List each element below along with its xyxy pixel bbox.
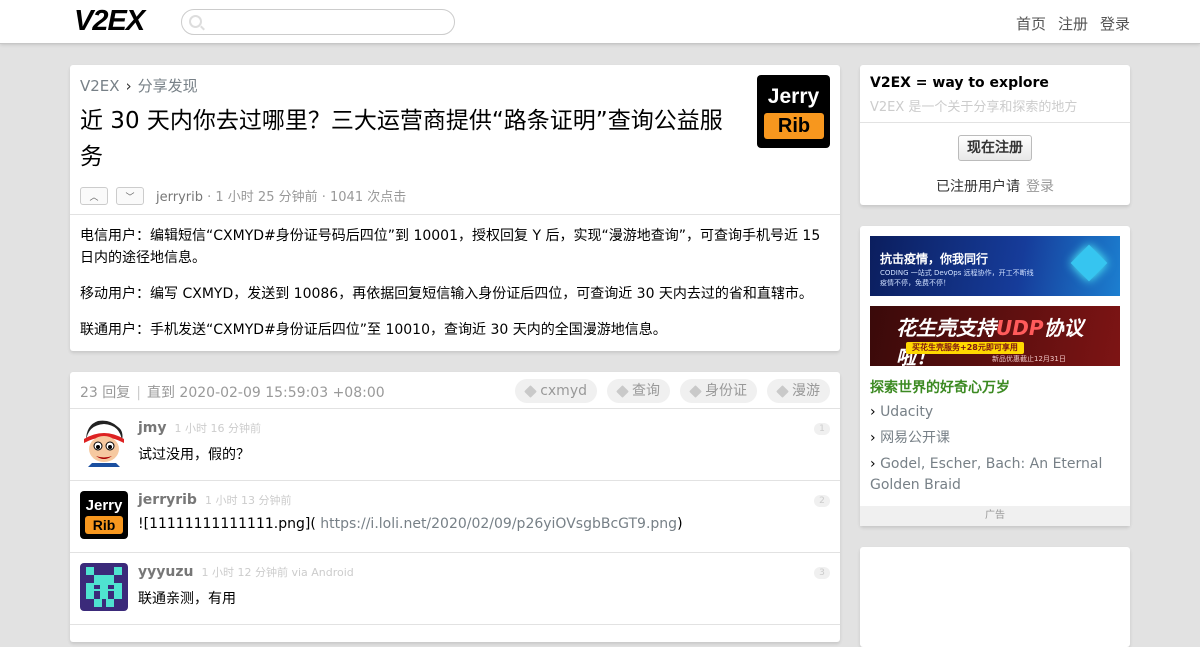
- separator: |: [136, 385, 141, 401]
- topic-tags: cxmyd 查询 身份证 漫游: [515, 379, 830, 403]
- author-avatar[interactable]: Jerry Rib: [757, 75, 830, 148]
- reply-content: 联通亲测，有用: [138, 591, 236, 607]
- content-paragraph: 移动用户：编写 CXMYD，发送到 10086，再依据回复短信输入身份证后四位，…: [80, 286, 813, 302]
- topic-content: 电信用户：编辑短信“CXMYD#身份证号码后四位”到 10001，授权回复 Y …: [80, 225, 830, 355]
- welcome-subtitle: V2EX 是一个关于分享和探索的地方: [870, 100, 1078, 115]
- reply-author[interactable]: jerryrib 1 小时 13 分钟前: [138, 492, 291, 508]
- chevron-up-icon: ︿: [89, 192, 99, 203]
- tag-label: 身份证: [705, 383, 747, 399]
- reply-floor-number: 3: [814, 567, 830, 579]
- ad-link-163[interactable]: › 网易公开课: [870, 428, 1120, 449]
- tag-icon: [524, 384, 538, 398]
- divider: [70, 214, 840, 215]
- login-prompt: 已注册用户请 登录: [936, 179, 1054, 195]
- tag-icon: [616, 384, 629, 398]
- topic-meta: jerryrib · 1 小时 25 分钟前 · 1041 次点击: [156, 186, 406, 205]
- search-input[interactable]: [208, 13, 448, 31]
- nav-login[interactable]: 登录: [1100, 13, 1130, 34]
- last-reply-time: 直到 2020-02-09 15:59:03 +08:00: [146, 385, 385, 401]
- login-link[interactable]: 登录: [1026, 179, 1054, 195]
- topic-title: 近 30 天内你去过哪里？三大运营商提供“路条证明”查询公益服务: [80, 108, 723, 170]
- topic-views: 1041 次点击: [330, 190, 407, 205]
- coding-ad-banner[interactable]: 抗击疫情，你我同行 CODING 一站式 DevOps 远程协作，开工不断线 疫情…: [870, 236, 1120, 296]
- content-paragraph: 电信用户：编辑短信“CXMYD#身份证号码后四位”到 10001，授权回复 Y …: [80, 228, 821, 266]
- reply-link[interactable]: https://i.loli.net/2020/02/09/p26yiOVsgb…: [320, 516, 677, 532]
- explore-title[interactable]: 探索世界的好奇心万岁: [870, 377, 1010, 397]
- reply-content: ![11111111111111.png]( https://i.loli.ne…: [138, 516, 683, 532]
- avatar-text-jerry: Jerry: [85, 497, 123, 514]
- ad-link-udacity[interactable]: › Udacity: [870, 402, 1120, 423]
- ad-card: 抗击疫情，你我同行 CODING 一站式 DevOps 远程协作，开工不断线 疫情…: [860, 226, 1130, 526]
- tag-label: 查询: [632, 383, 660, 399]
- ad-label: 广告: [860, 506, 1130, 526]
- replies-header: 23 回复 | 直到 2020-02-09 15:59:03 +08:00: [80, 382, 385, 402]
- reply-time: 1 小时 12 分钟前 via Android: [201, 566, 354, 579]
- banner-date: 新品优惠截止12月31日: [992, 355, 1066, 363]
- tag-icon: [689, 384, 702, 398]
- reply-content: 试过没用，假的？: [138, 447, 250, 463]
- tag-query[interactable]: 查询: [607, 379, 670, 403]
- nav-register[interactable]: 注册: [1058, 13, 1088, 34]
- tag-icon: [776, 384, 789, 398]
- reply-floor-number: 2: [814, 495, 830, 507]
- chevron-down-icon: ﹀: [125, 192, 135, 203]
- search-icon: [189, 15, 202, 28]
- breadcrumb-node[interactable]: 分享发现: [138, 77, 198, 95]
- top-bar: V2EX 首页 注册 登录: [0, 0, 1200, 44]
- reply-item: Jerry Rib jerryrib 1 小时 13 分钟前 ![11111111…: [70, 481, 840, 553]
- replies-card: 23 回复 | 直到 2020-02-09 15:59:03 +08:00 cxmy…: [70, 372, 840, 642]
- tag-label: cxmyd: [540, 383, 587, 399]
- nav-home[interactable]: 首页: [1016, 13, 1046, 34]
- reply-avatar[interactable]: [80, 563, 128, 611]
- site-logo[interactable]: V2EX: [74, 5, 145, 38]
- reply-item: yyyuzu 1 小时 12 分钟前 via Android 联通亲测，有用 3: [70, 553, 840, 625]
- reply-avatar[interactable]: Jerry Rib: [80, 491, 128, 539]
- reply-count: 23 回复: [80, 385, 131, 401]
- tag-cxmyd[interactable]: cxmyd: [515, 379, 597, 403]
- tag-roaming[interactable]: 漫游: [767, 379, 830, 403]
- banner-title: 抗击疫情，你我同行: [880, 252, 989, 266]
- reply-item: jmy 1 小时 16 分钟前 试过没用，假的？ 1: [70, 409, 840, 481]
- downvote-button[interactable]: ﹀: [116, 187, 144, 205]
- avatar-text-jerry: Jerry: [767, 85, 820, 108]
- topic-card: V2EX › 分享发现 近 30 天内你去过哪里？三大运营商提供“路条证明”查询公益…: [70, 65, 840, 351]
- register-button[interactable]: 现在注册: [958, 135, 1032, 161]
- welcome-title: V2EX = way to explore: [870, 75, 1049, 91]
- breadcrumb-home[interactable]: V2EX: [80, 77, 120, 95]
- search-box[interactable]: [181, 9, 455, 35]
- banner-subtitle: CODING 一站式 DevOps 远程协作，开工不断线 疫情不停，免费不停！: [880, 269, 1034, 287]
- reply-time: 1 小时 13 分钟前: [204, 494, 292, 507]
- avatar-text-rib: Rib: [85, 516, 123, 534]
- sidebar-card: [860, 547, 1130, 647]
- topic-author[interactable]: jerryrib: [156, 190, 203, 205]
- welcome-card: V2EX = way to explore V2EX 是一个关于分享和探索的地方…: [860, 65, 1130, 205]
- banner-badge: 买花生壳服务+28元即可享用: [906, 342, 1024, 354]
- reply-avatar[interactable]: [80, 419, 128, 467]
- content-paragraph: 联通用户：手机发送“CXMYD#身份证后四位”至 10010，查询近 30 天内…: [80, 322, 667, 338]
- breadcrumb: V2EX › 分享发现: [80, 75, 198, 96]
- oray-ad-banner[interactable]: 花生壳支持UDP协议啦！ 买花生壳服务+28元即可享用 新品优惠截止12月31日: [870, 306, 1120, 366]
- breadcrumb-separator: ›: [125, 77, 132, 95]
- reply-floor-number: 1: [814, 423, 830, 435]
- top-nav: 首页 注册 登录: [1016, 13, 1130, 34]
- divider: [860, 122, 1130, 123]
- reply-author[interactable]: yyyuzu 1 小时 12 分钟前 via Android: [138, 564, 354, 580]
- tag-id-card[interactable]: 身份证: [680, 379, 757, 403]
- cube-graphic: [1070, 244, 1108, 282]
- vote-buttons: ︿ ﹀: [80, 187, 144, 205]
- reply-author[interactable]: jmy 1 小时 16 分钟前: [138, 420, 261, 436]
- upvote-button[interactable]: ︿: [80, 187, 108, 205]
- ad-link-geb[interactable]: › Godel, Escher, Bach: An Eternal Golden…: [870, 454, 1120, 496]
- reply-time: 1 小时 16 分钟前: [174, 422, 262, 435]
- avatar-text-rib: Rib: [764, 113, 824, 139]
- tag-label: 漫游: [792, 383, 820, 399]
- topic-time: · 1 小时 25 分钟前 ·: [202, 190, 330, 205]
